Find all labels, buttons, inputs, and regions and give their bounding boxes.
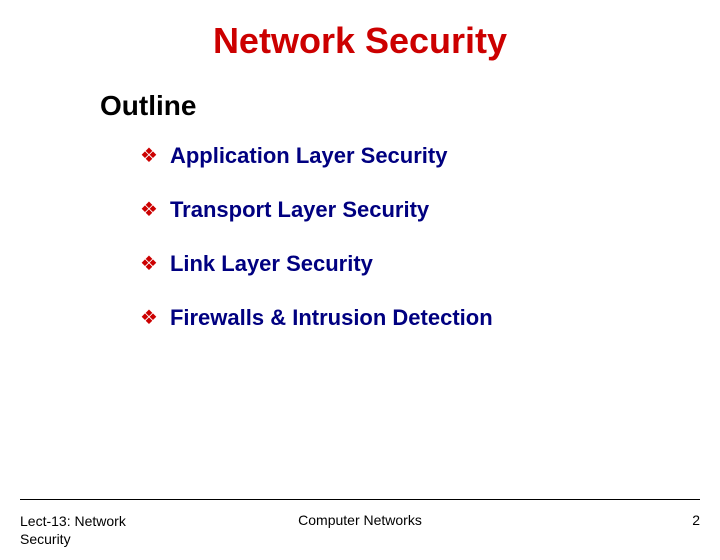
bullet-label: Firewalls & Intrusion Detection [170, 304, 493, 332]
footer-left: Lect-13: Network Security [20, 512, 170, 548]
bullet-label: Transport Layer Security [170, 196, 429, 224]
diamond-bullet-icon: ❖ [140, 142, 158, 170]
list-item: ❖ Link Layer Security [140, 250, 720, 278]
bullet-list: ❖ Application Layer Security ❖ Transport… [140, 142, 720, 332]
footer-left-line1: Lect-13: Network [20, 512, 170, 530]
list-item: ❖ Transport Layer Security [140, 196, 720, 224]
footer-divider [20, 499, 700, 500]
slide-footer: Lect-13: Network Security Computer Netwo… [0, 512, 720, 548]
diamond-bullet-icon: ❖ [140, 250, 158, 278]
diamond-bullet-icon: ❖ [140, 304, 158, 332]
page-number: 2 [670, 512, 700, 528]
footer-center: Computer Networks [170, 512, 670, 528]
footer-left-line2: Security [20, 530, 170, 548]
bullet-label: Application Layer Security [170, 142, 448, 170]
list-item: ❖ Application Layer Security [140, 142, 720, 170]
slide-title: Network Security [0, 20, 720, 62]
list-item: ❖ Firewalls & Intrusion Detection [140, 304, 720, 332]
bullet-label: Link Layer Security [170, 250, 373, 278]
diamond-bullet-icon: ❖ [140, 196, 158, 224]
outline-heading: Outline [100, 90, 720, 122]
